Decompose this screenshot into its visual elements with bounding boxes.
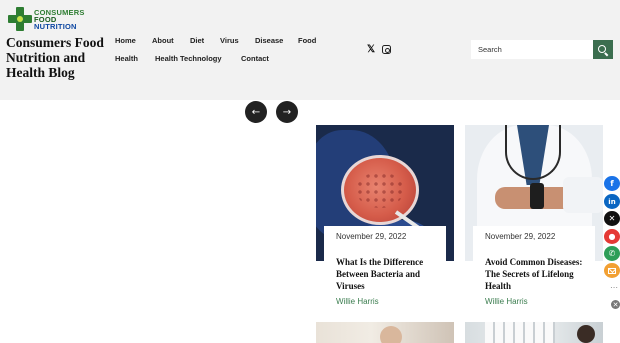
arrow-right-icon: → xyxy=(282,106,292,118)
x-glyph: ✕ xyxy=(608,214,616,223)
nav-item-disease[interactable]: Disease xyxy=(255,36,283,45)
post-image-partial[interactable] xyxy=(316,322,454,343)
nav-item-health[interactable]: Health xyxy=(115,54,138,63)
envelope-icon xyxy=(608,267,616,274)
close-share-icon[interactable]: ✕ xyxy=(611,300,620,309)
search-icon xyxy=(598,44,606,53)
post-date: November 29, 2022 xyxy=(485,232,556,241)
x-share-icon[interactable]: ✕ xyxy=(604,211,620,226)
more-share-icon[interactable]: ⋯ xyxy=(610,283,618,292)
post-author[interactable]: Willie Harris xyxy=(336,297,434,306)
post-title[interactable]: Avoid Common Diseases: The Secrets of Li… xyxy=(485,256,583,292)
post-card-body: November 29, 2022 Avoid Common Diseases:… xyxy=(473,226,595,326)
post-author[interactable]: Willie Harris xyxy=(485,297,583,306)
nav-item-food[interactable]: Food xyxy=(298,36,316,45)
post-card-body: November 29, 2022 What Is the Difference… xyxy=(324,226,446,326)
logo-wordmark: CONSUMERS FOOD NUTRITION xyxy=(34,8,85,31)
slider-next-button[interactable]: → xyxy=(276,101,298,123)
reddit-share-icon[interactable]: ● xyxy=(604,229,620,244)
facebook-share-icon[interactable]: f xyxy=(604,176,620,191)
search-button[interactable] xyxy=(593,40,613,59)
linkedin-glyph: in xyxy=(608,197,616,206)
site-logo[interactable]: CONSUMERS FOOD NUTRITION xyxy=(8,6,92,32)
x-icon[interactable]: 𝕏 xyxy=(367,44,375,55)
post-image-partial[interactable] xyxy=(465,322,603,343)
whatsapp-glyph: ✆ xyxy=(608,249,616,258)
email-share-icon[interactable] xyxy=(604,263,620,278)
post-date: November 29, 2022 xyxy=(336,232,407,241)
nav-item-home[interactable]: Home xyxy=(115,36,136,45)
post-title[interactable]: What Is the Difference Between Bacteria … xyxy=(336,256,434,292)
search-input[interactable] xyxy=(471,40,593,59)
slider-prev-button[interactable]: ← xyxy=(245,101,267,123)
whatsapp-share-icon[interactable]: ✆ xyxy=(604,246,620,261)
arrow-left-icon: ← xyxy=(251,106,261,118)
search-form xyxy=(471,40,613,59)
nav-item-contact[interactable]: Contact xyxy=(241,54,269,63)
facebook-glyph: f xyxy=(610,179,614,188)
site-title[interactable]: Consumers Food Nutrition and Health Blog xyxy=(6,35,106,80)
nav-item-health-technology[interactable]: Health Technology xyxy=(155,54,222,63)
reddit-glyph: ● xyxy=(608,232,616,241)
logo-cross-icon xyxy=(8,7,32,31)
nav-item-virus[interactable]: Virus xyxy=(220,36,239,45)
logo-line-3: NUTRITION xyxy=(34,21,77,31)
instagram-icon[interactable] xyxy=(382,45,391,54)
site-header: CONSUMERS FOOD NUTRITION Consumers Food … xyxy=(0,0,620,100)
linkedin-share-icon[interactable]: in xyxy=(604,194,620,209)
nav-item-diet[interactable]: Diet xyxy=(190,36,204,45)
nav-item-about[interactable]: About xyxy=(152,36,174,45)
